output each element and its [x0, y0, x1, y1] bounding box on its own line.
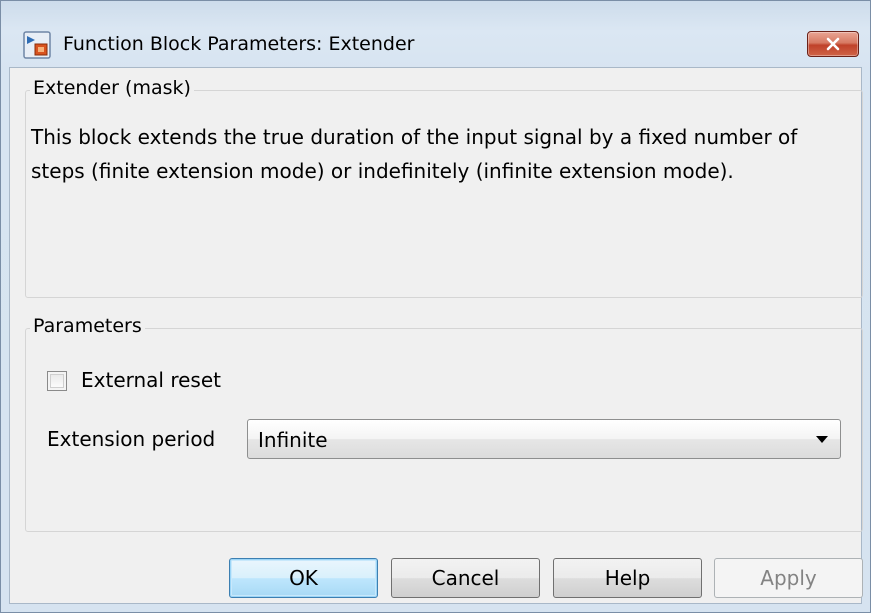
ok-button[interactable]: OK — [229, 558, 378, 598]
apply-button: Apply — [714, 558, 863, 598]
cancel-button[interactable]: Cancel — [391, 558, 540, 598]
help-button[interactable]: Help — [553, 558, 702, 598]
close-button[interactable] — [807, 31, 859, 57]
extension-period-label: Extension period — [47, 427, 216, 451]
title-bar[interactable]: Function Block Parameters: Extender — [1, 1, 870, 59]
chevron-down-icon — [816, 436, 828, 443]
close-icon — [826, 37, 840, 51]
description-group-legend: Extender (mask) — [30, 77, 194, 99]
window-title: Function Block Parameters: Extender — [63, 33, 415, 55]
parameters-group-legend: Parameters — [30, 315, 145, 337]
block-description: This block extends the true duration of … — [31, 125, 798, 183]
dialog-window: Function Block Parameters: Extender Exte… — [0, 0, 871, 613]
extension-period-select[interactable]: Infinite — [247, 419, 841, 459]
external-reset-label[interactable]: External reset — [81, 368, 221, 392]
simulink-block-icon — [23, 31, 51, 59]
external-reset-checkbox[interactable] — [47, 371, 67, 391]
extension-period-value: Infinite — [258, 428, 328, 452]
